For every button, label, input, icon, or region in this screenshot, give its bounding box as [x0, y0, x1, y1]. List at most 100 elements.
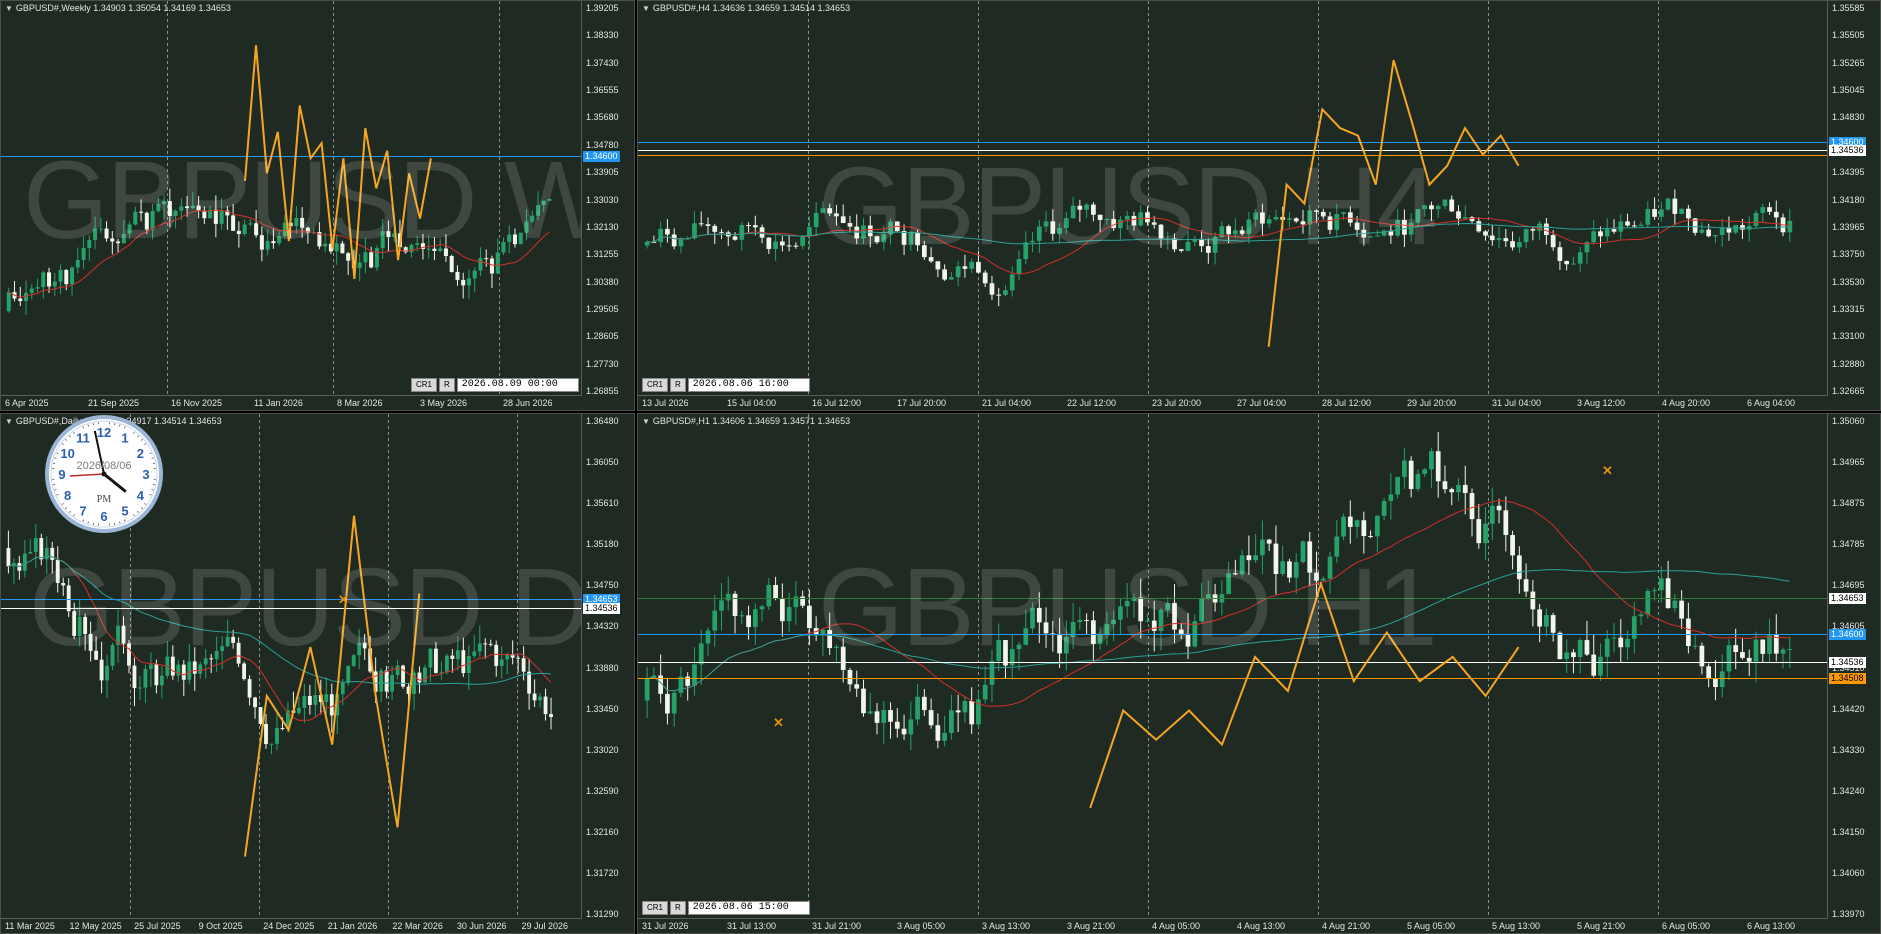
candle-body [258, 707, 263, 724]
price-axis-label: 1.31720 [586, 867, 619, 878]
candle-body [1320, 211, 1326, 217]
candle-body [1172, 602, 1177, 630]
candle-body [1740, 225, 1745, 230]
candle-body [380, 231, 385, 249]
time-axis[interactable]: 11 Mar 2025 12 May 2025 25 Jul 2025 9 Oct 2… [1, 918, 582, 933]
candle-body [1516, 242, 1522, 248]
candle-body [484, 258, 489, 260]
candle-body [1408, 460, 1414, 490]
candle-body [989, 283, 995, 295]
candle-body [1611, 637, 1617, 639]
time-axis-label: 9 Oct 2025 [198, 921, 243, 931]
candle-body [935, 261, 941, 270]
trade-marker-icon[interactable]: ✕ [1602, 463, 1613, 479]
candle-body [1287, 561, 1292, 578]
candle-body [1395, 476, 1401, 495]
r-button[interactable]: R [670, 901, 686, 915]
price-axis[interactable]: 1.355851.355051.352651.350451.348301.346… [1827, 1, 1880, 396]
candle-body [1746, 657, 1752, 662]
time-axis[interactable]: 6 Apr 2025 21 Sep 2025 16 Nov 2025 11 Jan 2… [1, 395, 582, 410]
candle-body [698, 223, 704, 225]
candle-body [678, 676, 684, 693]
candle-body [1483, 523, 1488, 544]
candle-body [752, 225, 758, 228]
candle-body [1618, 221, 1624, 232]
candle-body [1699, 229, 1705, 233]
time-axis-label: 8 Mar 2026 [337, 398, 383, 408]
candle-body [827, 208, 833, 214]
r-button[interactable]: R [439, 378, 455, 392]
trade-marker-icon[interactable]: ✕ [338, 592, 349, 608]
price-chart-canvas[interactable] [638, 414, 1828, 919]
candle-body [665, 228, 670, 235]
candle-body [521, 658, 526, 672]
candle-body [1665, 578, 1671, 609]
price-chart-canvas[interactable] [638, 1, 1828, 396]
candle-body [55, 559, 60, 584]
cr1-button[interactable]: CR1 [642, 901, 669, 915]
candle-body [362, 642, 367, 649]
candle-body [99, 659, 104, 681]
chart-title-h4: ▼ GBPUSD#,H4 1.34636 1.34659 1.34514 1.34… [642, 3, 851, 13]
candle-body [1036, 607, 1042, 623]
candle-body [1618, 637, 1624, 648]
time-axis[interactable]: 31 Jul 2026 31 Jul 13:00 31 Jul 21:00 3 Aug… [638, 918, 1828, 933]
price-axis[interactable]: 1.36480 1.36050 1.35610 1.35180 1.34750 1.343… [581, 414, 634, 919]
time-axis-label: 6 Aug 04:00 [1747, 398, 1796, 408]
chart-pane-h1[interactable]: ▼ GBPUSD#,H1 1.34606 1.34659 1.34571 1.34… [637, 413, 1881, 934]
analog-clock-widget[interactable]: 12 1 2 3 4 5 6 7 8 9 10 11 2026/08/06 PM [44, 414, 164, 534]
trade-marker-icon[interactable]: ✕ [773, 715, 784, 731]
candle-body [1233, 573, 1238, 575]
current-price-tag: 1.34536 [1829, 145, 1866, 157]
cr1-button[interactable]: CR1 [411, 378, 438, 392]
candle-body [144, 212, 149, 230]
candle-body [39, 538, 44, 560]
candle-body [98, 228, 103, 230]
dropdown-triangle-icon[interactable]: ▼ [5, 417, 13, 426]
candle-body [1300, 541, 1306, 563]
candle-body [1118, 606, 1123, 620]
candle-body [847, 669, 853, 685]
dropdown-triangle-icon[interactable]: ▼ [5, 4, 13, 13]
candle-body [1320, 578, 1326, 581]
chart-pane-weekly[interactable]: ▼ GBPUSD#,Weekly 1.34903 1.35054 1.34169 … [0, 0, 635, 411]
price-axis[interactable]: 1.35060 1.34965 1.34875 1.34785 1.34695 1.346… [1827, 414, 1880, 919]
candle-body [24, 292, 29, 302]
time-axis[interactable]: 13 Jul 2026 15 Jul 04:00 16 Jul 12:00 17 Ju… [638, 395, 1828, 410]
price-axis-label: 1.33450 [586, 703, 619, 714]
candle-body [488, 643, 493, 645]
price-axis-label: 1.34150 [1832, 826, 1865, 837]
time-axis-label: 3 Aug 12:00 [1577, 398, 1626, 408]
candle-body [1280, 561, 1286, 575]
candle-body [1287, 218, 1292, 220]
time-axis-label: 4 Aug 13:00 [1237, 921, 1286, 931]
candle-body [840, 646, 846, 670]
price-chart-canvas[interactable] [1, 1, 582, 396]
candle-body [357, 642, 362, 656]
cr1-button[interactable]: CR1 [642, 378, 669, 392]
clock-numeral: 5 [121, 503, 128, 518]
candle-body [1381, 500, 1387, 516]
dropdown-triangle-icon[interactable]: ▼ [642, 4, 650, 13]
candle-body [1091, 204, 1096, 215]
candle-body [746, 615, 751, 628]
candle-body [18, 298, 23, 302]
candle-body [955, 266, 961, 278]
candle-body [449, 255, 454, 272]
candle-body [1104, 218, 1110, 221]
chart-pane-h4[interactable]: ▼ GBPUSD#,H4 1.34636 1.34659 1.34514 1.34… [637, 0, 1881, 411]
r-button[interactable]: R [670, 378, 686, 392]
date-input-field[interactable]: 2026.08.09 00:00 [456, 378, 579, 392]
date-input-field[interactable]: 2026.08.06 16:00 [687, 378, 810, 392]
candle-body [1266, 539, 1272, 544]
candle-body [1327, 216, 1333, 230]
candle-body [881, 234, 887, 243]
dropdown-triangle-icon[interactable]: ▼ [642, 417, 650, 426]
candle-body [50, 547, 55, 560]
candle-body [524, 221, 529, 233]
candle-body [746, 225, 751, 227]
price-axis[interactable]: 1.39205 1.38330 1.37430 1.36555 1.35680 1.347… [581, 1, 634, 396]
price-axis-label: 1.31290 [586, 909, 619, 919]
date-input-field[interactable]: 2026.08.06 15:00 [687, 901, 810, 915]
candle-body [265, 241, 270, 250]
